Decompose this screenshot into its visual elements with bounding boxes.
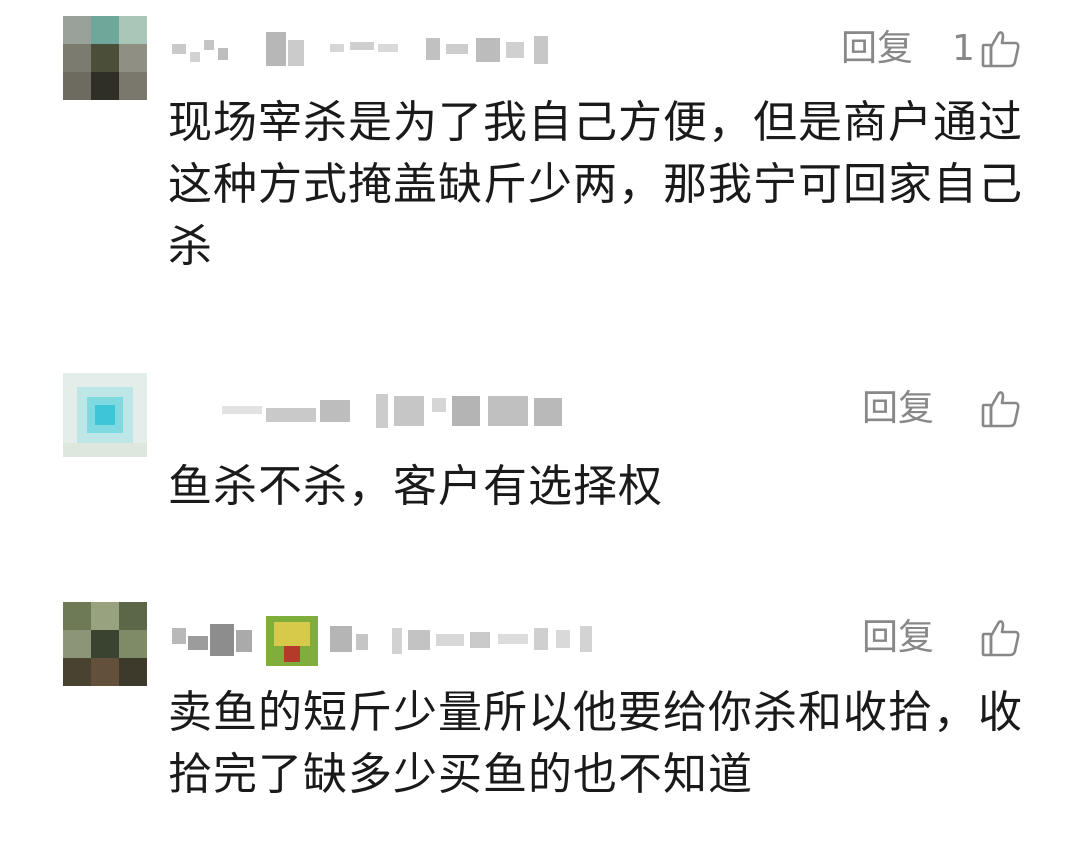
comment-text: 现场宰杀是为了我自己方便，但是商户通过这种方式掩盖缺斤少两，那我宁可回家自己杀 bbox=[168, 97, 1023, 272]
reply-button[interactable]: 回复 bbox=[862, 384, 934, 434]
reply-button[interactable]: 回复 bbox=[862, 613, 934, 663]
like-count: 1 bbox=[952, 28, 975, 69]
reply-button[interactable]: 回复 bbox=[841, 24, 913, 74]
thumbs-up-icon[interactable] bbox=[980, 617, 1022, 659]
comment-text: 卖鱼的短斤少量所以他要给你杀和收拾，收拾完了缺多少买鱼的也不知道 bbox=[168, 687, 1023, 800]
comment-text: 鱼杀不杀，客户有选择权 bbox=[168, 461, 663, 512]
thumbs-up-icon[interactable] bbox=[980, 388, 1022, 430]
avatar[interactable] bbox=[63, 373, 147, 457]
thumbs-up-icon[interactable] bbox=[980, 28, 1022, 70]
username-blurred[interactable] bbox=[170, 612, 630, 666]
username-blurred[interactable] bbox=[170, 384, 630, 434]
avatar[interactable] bbox=[63, 602, 147, 686]
avatar[interactable] bbox=[63, 16, 147, 100]
username-blurred[interactable] bbox=[170, 22, 630, 72]
